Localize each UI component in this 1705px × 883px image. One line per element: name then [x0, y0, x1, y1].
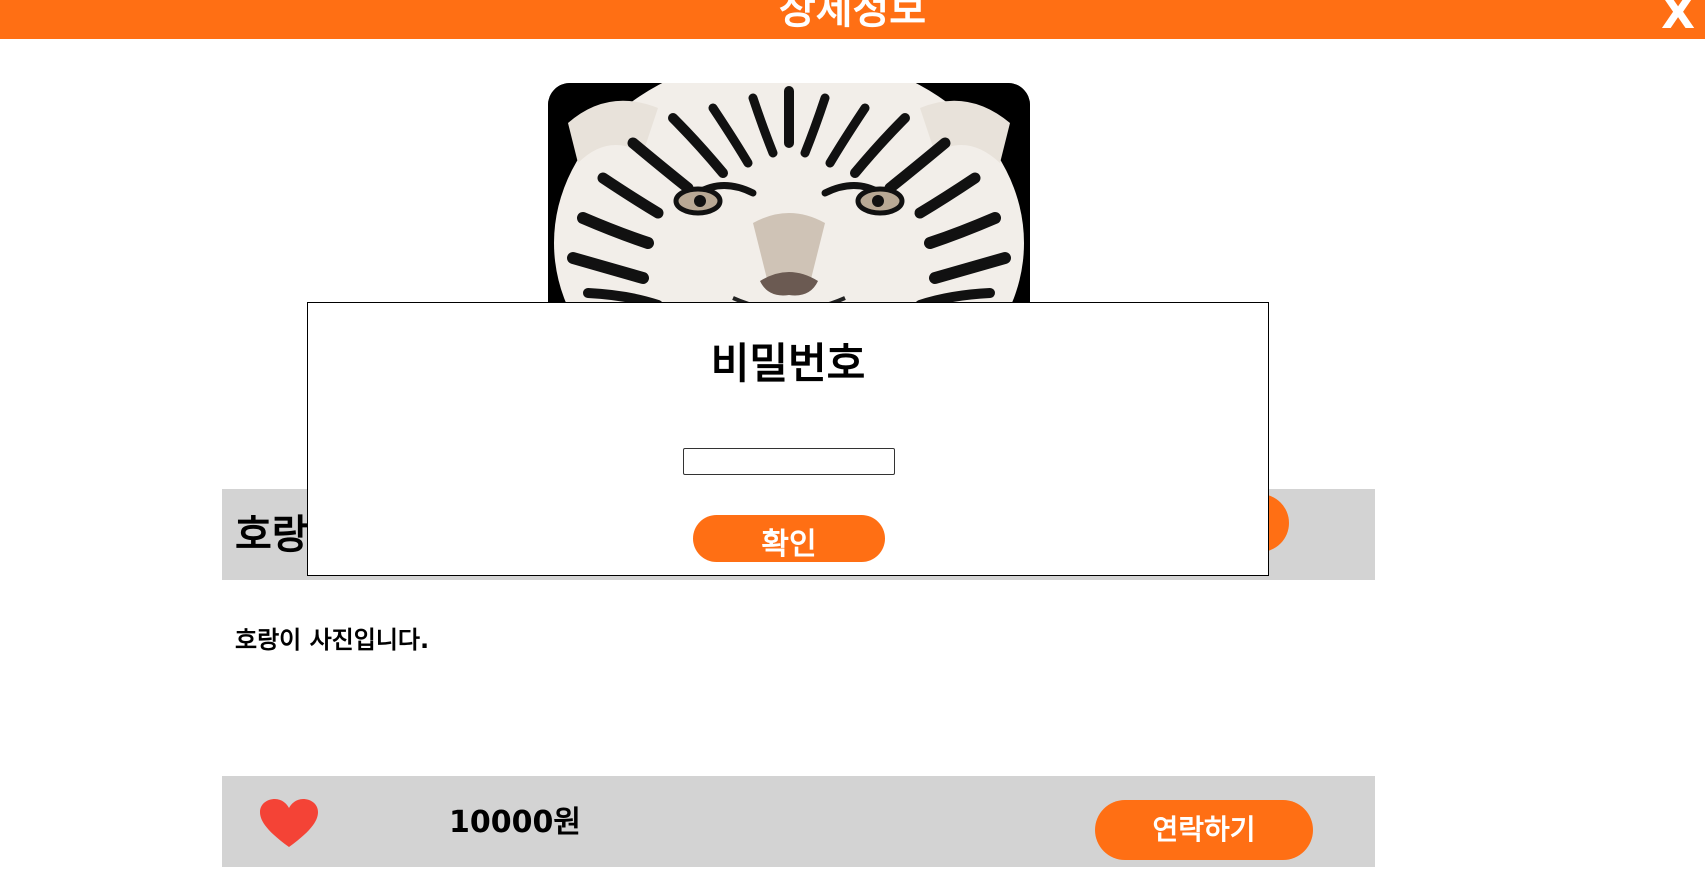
- product-title: 호랑: [235, 512, 309, 558]
- confirm-button[interactable]: 확인: [693, 515, 885, 562]
- header-bar: 상세정보 X: [0, 0, 1705, 39]
- product-image: [548, 83, 1030, 313]
- close-button[interactable]: X: [1661, 0, 1695, 38]
- action-bar: 10000원 연락하기: [222, 776, 1375, 867]
- page-title: 상세정보: [778, 0, 927, 33]
- product-description: 호랑이 사진입니다.: [235, 626, 430, 654]
- tiger-photo-icon: [548, 83, 1030, 313]
- password-input[interactable]: [683, 448, 895, 475]
- contact-button[interactable]: 연락하기: [1095, 800, 1313, 860]
- password-modal: 비밀번호 확인: [307, 302, 1269, 576]
- modal-title: 비밀번호: [710, 339, 866, 388]
- heart-icon[interactable]: [260, 799, 318, 849]
- price: 10000원: [449, 805, 581, 840]
